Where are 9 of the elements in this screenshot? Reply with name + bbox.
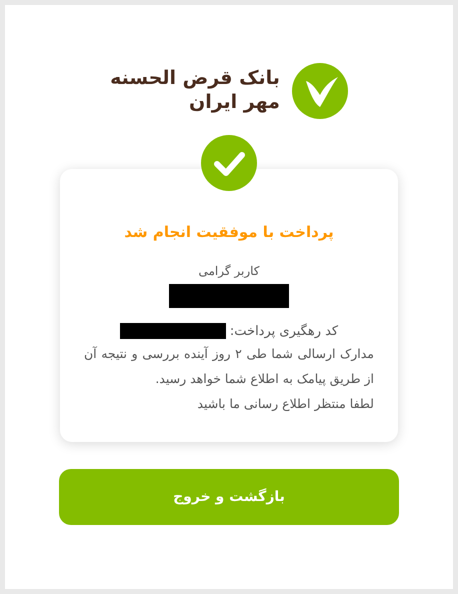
logo-text: مهر ایران [188, 91, 280, 115]
message-text: مدارک ارسالی شما طی ۲ روز آینده بررسی و نتیجه آن از طریق پیامک به اطلاع شما خواهد رسید. [84, 345, 374, 388]
logo-icon [292, 63, 348, 119]
note-text: لطفا منتظر اطلاع رسانی ما باشید [196, 395, 374, 413]
tracking-label: کد رهگیری پرداخت: [230, 322, 338, 340]
status-title: پرداخت با موفقیت انجام شد [124, 222, 334, 243]
back-exit-button[interactable]: بازگشت و خروج [59, 469, 399, 525]
greeting-text: کاربر گرامی [198, 262, 260, 280]
logo-text: بانک قرض الحسنه [110, 67, 280, 91]
